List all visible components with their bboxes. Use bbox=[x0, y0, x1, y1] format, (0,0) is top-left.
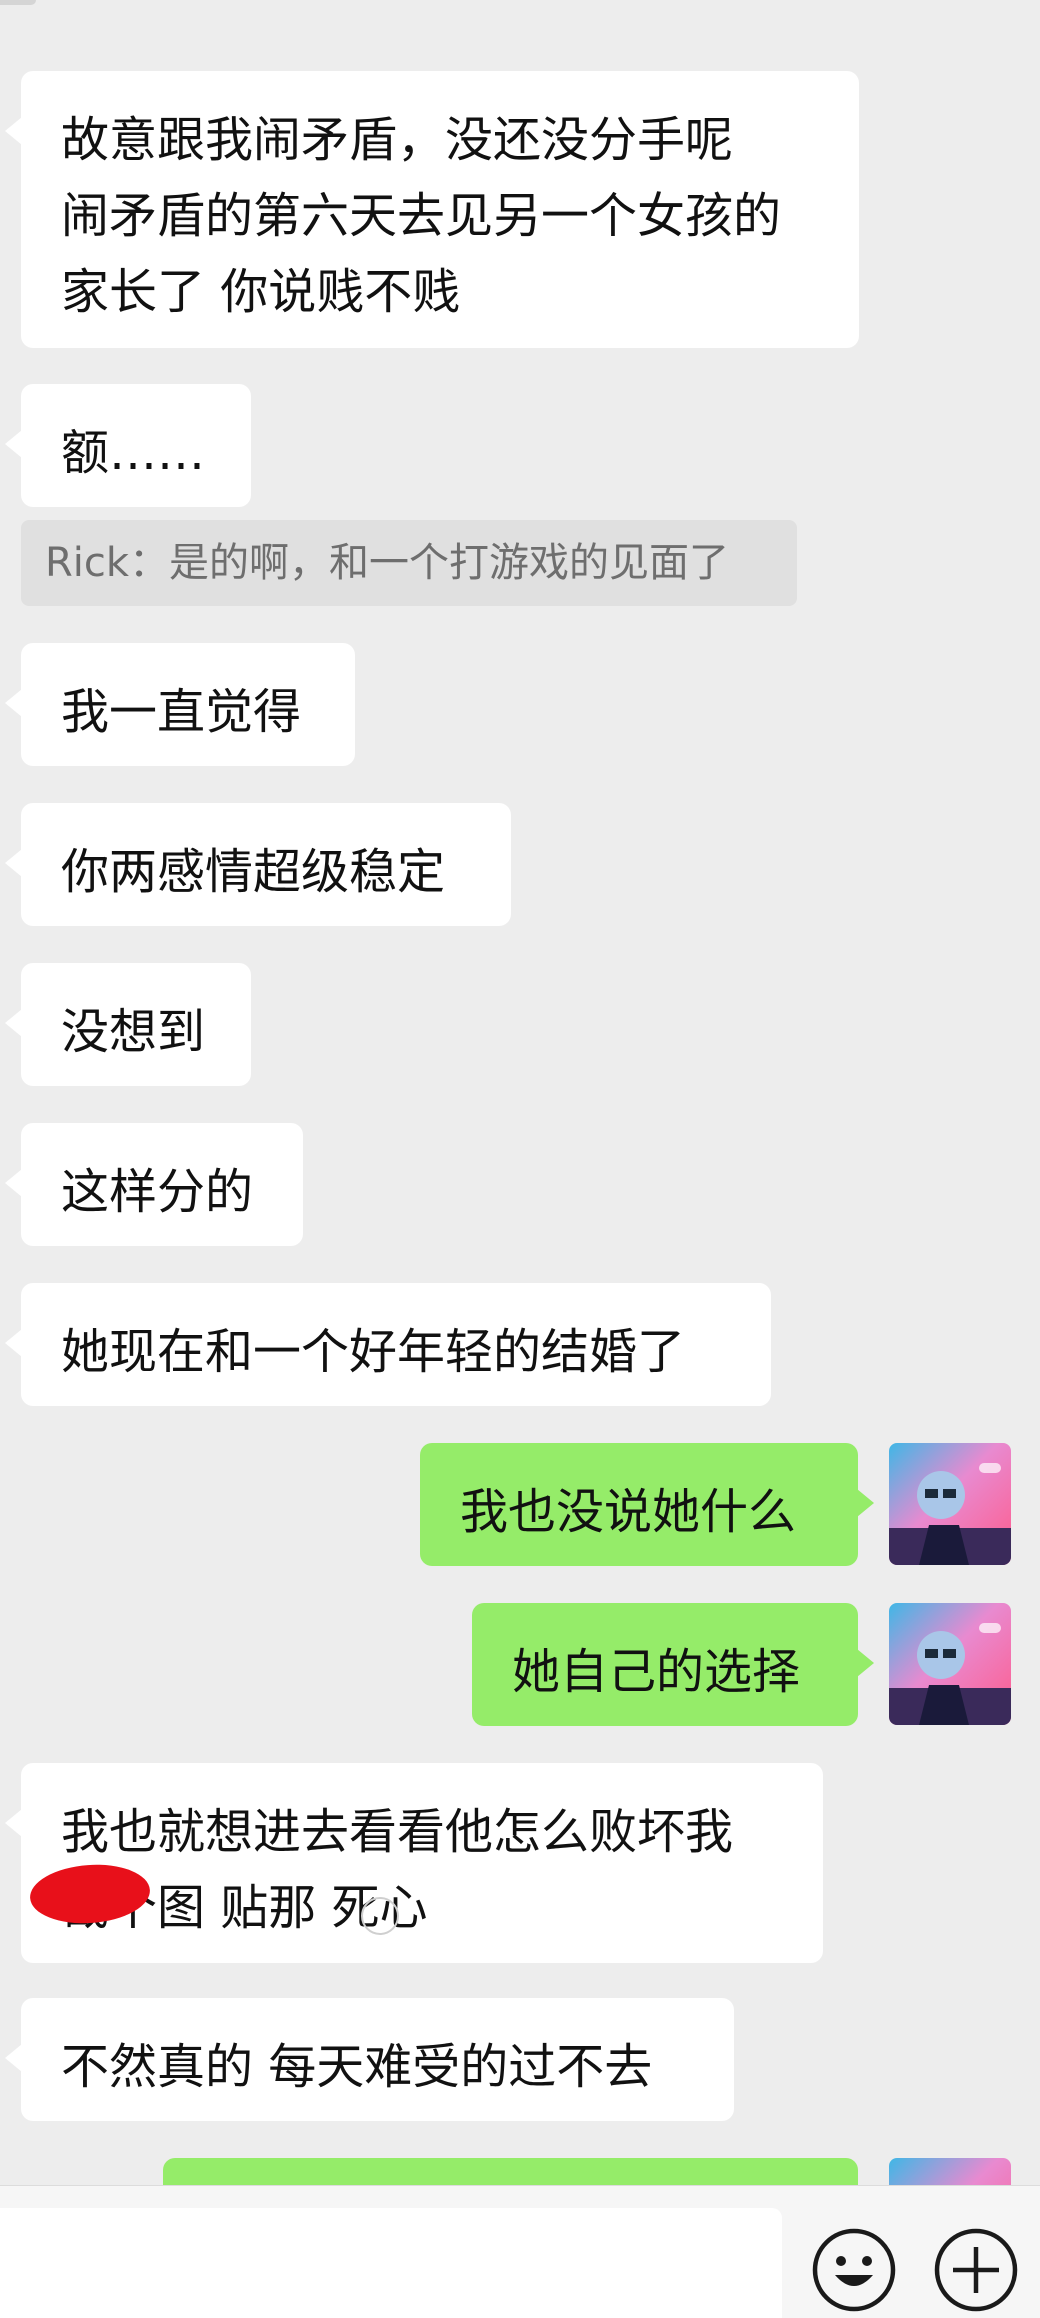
incoming-message-bubble[interactable]: 额…… bbox=[5, 384, 251, 507]
message-text-line: 这样分的 bbox=[61, 1164, 254, 1220]
previous-message-stub bbox=[0, 0, 36, 5]
outgoing-message-bubble[interactable]: 我也没说她什么 bbox=[420, 1443, 874, 1566]
outgoing-message-bubble[interactable] bbox=[163, 2158, 858, 2185]
quoted-reply[interactable]: Rick：是的啊，和一个打游戏的见面了 bbox=[21, 520, 797, 606]
user-avatar[interactable] bbox=[889, 2158, 1011, 2185]
loading-ring bbox=[361, 1897, 399, 1935]
avatar-image bbox=[889, 1443, 1011, 1565]
avatar-image bbox=[889, 2158, 1011, 2185]
input-bar bbox=[0, 2185, 1040, 2318]
outgoing-message-bubble[interactable]: 她自己的选择 bbox=[472, 1603, 874, 1726]
message-text-line: 我也就想进去看看他怎么败坏我 bbox=[61, 1804, 734, 1860]
incoming-message-bubble[interactable]: 你两感情超级稳定 bbox=[5, 803, 511, 926]
incoming-message-bubble[interactable]: 不然真的 每天难受的过不去 bbox=[5, 1998, 734, 2121]
message-text-line: 故意跟我闹矛盾，没还没分手呢 bbox=[61, 112, 734, 168]
plus-circle-icon[interactable] bbox=[933, 2227, 1019, 2313]
message-input[interactable] bbox=[0, 2208, 782, 2318]
message-text-line: 她自己的选择 bbox=[512, 1644, 801, 1700]
message-text-line: 没想到 bbox=[61, 1004, 206, 1060]
incoming-message-bubble[interactable]: 故意跟我闹矛盾，没还没分手呢 闹矛盾的第六天去见另一个女孩的 家长了 你说贱不贱 bbox=[5, 71, 859, 348]
user-avatar[interactable] bbox=[889, 1443, 1011, 1565]
message-text-line: 家长了 你说贱不贱 bbox=[61, 264, 461, 320]
message-text-line: 不然真的 每天难受的过不去 bbox=[61, 2039, 653, 2095]
message-text-line: 我一直觉得 bbox=[61, 684, 302, 740]
incoming-message-bubble[interactable]: 我也就想进去看看他怎么败坏我 截个图 贴那 死心 bbox=[5, 1763, 823, 1963]
incoming-message-bubble[interactable]: 我一直觉得 bbox=[5, 643, 355, 766]
incoming-message-bubble[interactable]: 没想到 bbox=[5, 963, 251, 1086]
incoming-message-bubble[interactable]: 她现在和一个好年轻的结婚了 bbox=[5, 1283, 771, 1406]
message-text-line: 截个图 贴那 死心 bbox=[61, 1880, 428, 1936]
message-text-line: 我也没说她什么 bbox=[460, 1484, 797, 1540]
smiley-face-icon[interactable] bbox=[811, 2227, 897, 2313]
message-text-line: 额…… bbox=[61, 425, 206, 481]
message-text-line: 你两感情超级稳定 bbox=[61, 844, 446, 900]
chat-area[interactable]: 故意跟我闹矛盾，没还没分手呢 闹矛盾的第六天去见另一个女孩的 家长了 你说贱不贱… bbox=[0, 0, 1040, 2185]
avatar-image bbox=[889, 1603, 1011, 1725]
message-text-line: 闹矛盾的第六天去见另一个女孩的 bbox=[61, 188, 782, 244]
message-text-line: 她现在和一个好年轻的结婚了 bbox=[61, 1324, 686, 1380]
incoming-message-bubble[interactable]: 这样分的 bbox=[5, 1123, 303, 1246]
user-avatar[interactable] bbox=[889, 1603, 1011, 1725]
